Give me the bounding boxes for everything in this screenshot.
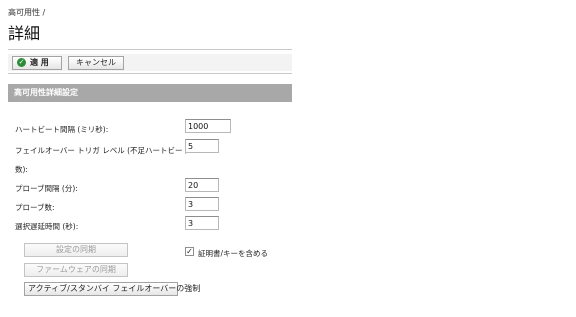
title-divider <box>8 49 292 50</box>
force-failover-button[interactable]: アクティブ/スタンバイ フェイルオーバーの強制 <box>24 282 200 296</box>
failover-trigger-input[interactable] <box>185 139 219 153</box>
include-cert-keys-label: 証明書/キーを含める <box>198 249 269 258</box>
heartbeat-interval-input[interactable] <box>185 119 231 133</box>
section-header: 高可用性詳細設定 <box>8 84 292 102</box>
probe-interval-label: プローブ間隔 (分): <box>15 184 78 193</box>
heartbeat-interval-label: ハートビート間隔 (ミリ秒): <box>15 125 109 134</box>
probe-interval-input[interactable] <box>185 178 219 192</box>
probe-count-input[interactable] <box>185 197 219 211</box>
toolbar-divider <box>8 73 292 74</box>
apply-button[interactable]: ✓ 適 用 <box>12 56 62 70</box>
failover-trigger-label-cont: 数): <box>15 165 28 174</box>
page-title: 詳細 <box>8 24 41 43</box>
sync-settings-button[interactable]: 設定の同期 <box>24 243 128 257</box>
apply-button-label: 適 用 <box>30 58 49 67</box>
probe-count-label: プローブ数: <box>15 203 55 212</box>
include-cert-keys-checkbox[interactable]: ✓ <box>185 247 194 256</box>
sync-firmware-button[interactable]: ファームウェアの同期 <box>24 263 128 277</box>
cancel-button[interactable]: キャンセル <box>68 56 124 70</box>
failover-trigger-label: フェイルオーバー トリガ レベル (不足ハートビート <box>15 146 191 155</box>
election-delay-label: 選択遅延時間 (秒): <box>15 222 79 231</box>
checkmark-icon: ✓ <box>17 57 26 67</box>
election-delay-input[interactable] <box>185 216 219 230</box>
breadcrumb[interactable]: 高可用性 / <box>8 7 45 18</box>
